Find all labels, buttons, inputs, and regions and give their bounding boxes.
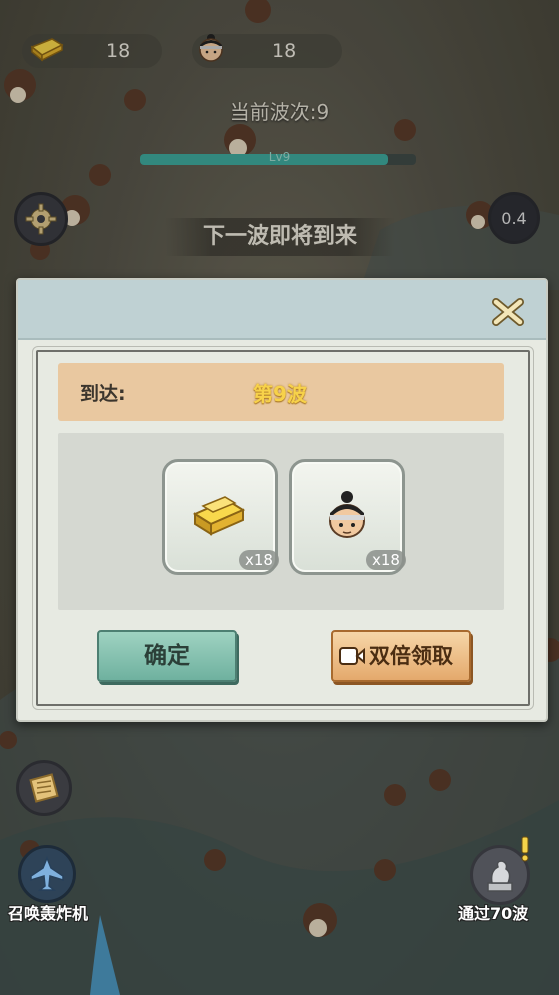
close-icon bbox=[492, 298, 524, 326]
reward-list: x18 x18 bbox=[58, 433, 504, 610]
statue-icon bbox=[487, 860, 513, 892]
reward-card-recruit: x18 bbox=[289, 459, 406, 575]
close-button[interactable] bbox=[490, 294, 526, 330]
recruit-head-icon bbox=[329, 491, 365, 538]
dialog-header bbox=[18, 280, 546, 340]
arrive-row: 到达: 第9波 bbox=[58, 363, 504, 421]
confirm-button[interactable]: 确定 bbox=[97, 630, 237, 682]
summon-bomber-button[interactable] bbox=[18, 845, 76, 903]
double-claim-button[interactable]: 双倍领取 bbox=[331, 630, 471, 682]
reward-card-gold: x18 bbox=[162, 459, 279, 575]
bomber-plane-icon bbox=[30, 855, 64, 891]
wave-reward-dialog: 到达: 第9波 x18 x18 确定 双倍领取 bbox=[16, 278, 548, 722]
gold-bar-icon bbox=[192, 496, 246, 536]
arrive-label: 到达: bbox=[80, 383, 126, 405]
reward-qty: x18 bbox=[239, 550, 279, 570]
arrive-wave-value: 第9波 bbox=[253, 382, 307, 406]
alert-exclamation-icon bbox=[521, 836, 529, 862]
scroll-icon bbox=[29, 773, 59, 803]
video-camera-icon bbox=[339, 647, 365, 665]
summon-bomber-label: 召唤轰炸机 bbox=[8, 904, 89, 923]
pass-wave-label: 通过70波 bbox=[458, 904, 529, 923]
reward-qty: x18 bbox=[366, 550, 406, 570]
quest-scroll-button[interactable] bbox=[16, 760, 72, 816]
double-claim-label: 双倍领取 bbox=[369, 644, 453, 668]
